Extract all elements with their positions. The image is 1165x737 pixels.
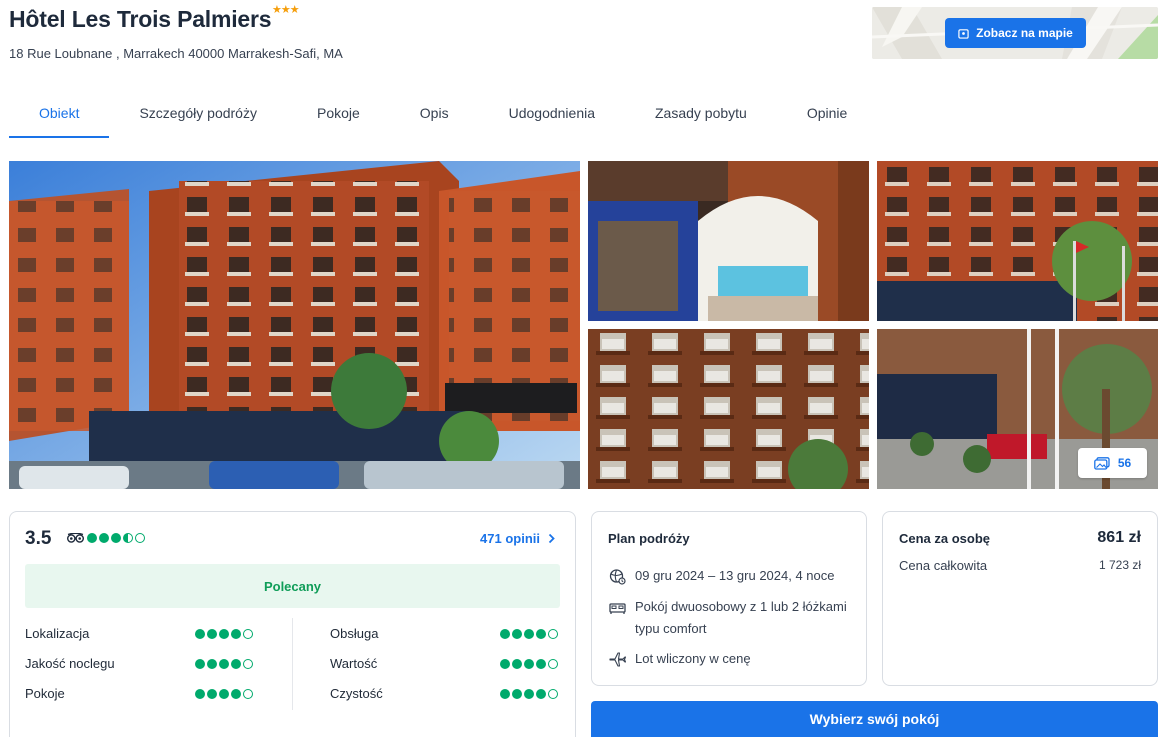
choose-room-button[interactable]: Wybierz swój pokój: [591, 701, 1158, 737]
hotel-pool-photo[interactable]: [588, 161, 869, 321]
map-pin-icon: [958, 28, 969, 39]
tripadvisor-owl-icon: [67, 533, 84, 543]
calendar-globe-icon: [609, 569, 626, 585]
trip-room-row: Pokój dwuosobowy z 1 lub 2 łóżkami typu …: [608, 596, 858, 640]
trip-flight-row: Lot wliczony w cenę: [608, 648, 751, 670]
tab-description[interactable]: Opis: [390, 92, 479, 138]
reviews-link-label: 471 opinii: [480, 531, 540, 546]
chevron-right-icon: [548, 533, 555, 544]
tab-amenities[interactable]: Udogodnienia: [479, 92, 625, 138]
show-map-button[interactable]: Zobacz na mapie: [945, 18, 1086, 48]
trip-flight: Lot wliczony w cenę: [635, 651, 751, 666]
hotel-main-photo[interactable]: [9, 161, 580, 489]
criteria-divider: [292, 618, 293, 710]
criterion-location-label: Lokalizacja: [25, 626, 90, 641]
trip-dates-row: 09 gru 2024 – 13 gru 2024, 4 noce: [608, 565, 835, 587]
reviews-link[interactable]: 471 opinii: [480, 531, 555, 546]
criterion-value-bubbles: [500, 659, 558, 669]
criterion-value-label: Wartość: [330, 656, 378, 671]
price-total-label: Cena całkowita: [899, 558, 988, 573]
trip-dates: 09 gru 2024 – 13 gru 2024, 4 noce: [635, 568, 835, 583]
trip-room: Pokój dwuosobowy z 1 lub 2 łóżkami typu …: [635, 599, 847, 636]
bed-icon: [608, 603, 626, 614]
rating-score: 3.5: [25, 528, 52, 549]
hotel-address: 18 Rue Loubnane , Marrakech 40000 Marrak…: [9, 46, 343, 61]
hotel-name: Hôtel Les Trois Palmiers: [9, 6, 272, 32]
tab-house-rules[interactable]: Zasady pobytu: [625, 92, 777, 138]
airplane-icon: [608, 652, 626, 667]
photo-gallery-button[interactable]: 56: [1078, 448, 1147, 478]
criterion-quality-bubbles: [195, 659, 253, 669]
criterion-rooms-label: Pokoje: [25, 686, 65, 701]
trip-plan-card: Plan podróży 09 gru 2024 – 13 gru 2024, …: [591, 511, 867, 686]
star-rating-icon: ★★★: [272, 4, 300, 16]
criterion-quality-label: Jakość noclegu: [25, 656, 115, 671]
trip-plan-title: Plan podróży: [608, 531, 690, 546]
criterion-rooms-bubbles: [195, 689, 253, 699]
price-per-person-value: 861 zł: [1097, 529, 1141, 546]
show-map-label: Zobacz na mapie: [976, 26, 1073, 40]
photo-count: 56: [1117, 456, 1132, 470]
tab-obiekt[interactable]: Obiekt: [9, 92, 110, 138]
criterion-cleanliness-bubbles: [500, 689, 558, 699]
tab-trip-details[interactable]: Szczegóły podróży: [109, 92, 287, 138]
criterion-service-bubbles: [500, 629, 558, 639]
price-card: Cena za osobę 861 zł Cena całkowita 1 72…: [882, 511, 1158, 686]
tab-reviews[interactable]: Opinie: [777, 92, 877, 138]
criterion-service-label: Obsługa: [330, 626, 379, 641]
recommended-badge: Polecany: [25, 564, 560, 608]
price-total-value: 1 723 zł: [1098, 558, 1141, 572]
hotel-facade-top-photo[interactable]: [877, 161, 1158, 321]
tab-rooms[interactable]: Pokoje: [287, 92, 390, 138]
hotel-balconies-photo[interactable]: [588, 329, 869, 489]
criterion-cleanliness-label: Czystość: [330, 686, 383, 701]
rating-bubbles: [87, 533, 145, 543]
section-tabs: Obiekt Szczegóły podróży Pokoje Opis Udo…: [9, 92, 877, 138]
images-icon: [1093, 456, 1110, 470]
rating-card: 3.5 471 opinii Polecany Lokalizacja Jako…: [9, 511, 576, 737]
criterion-location-bubbles: [195, 629, 253, 639]
price-per-person-label: Cena za osobę: [899, 531, 991, 546]
